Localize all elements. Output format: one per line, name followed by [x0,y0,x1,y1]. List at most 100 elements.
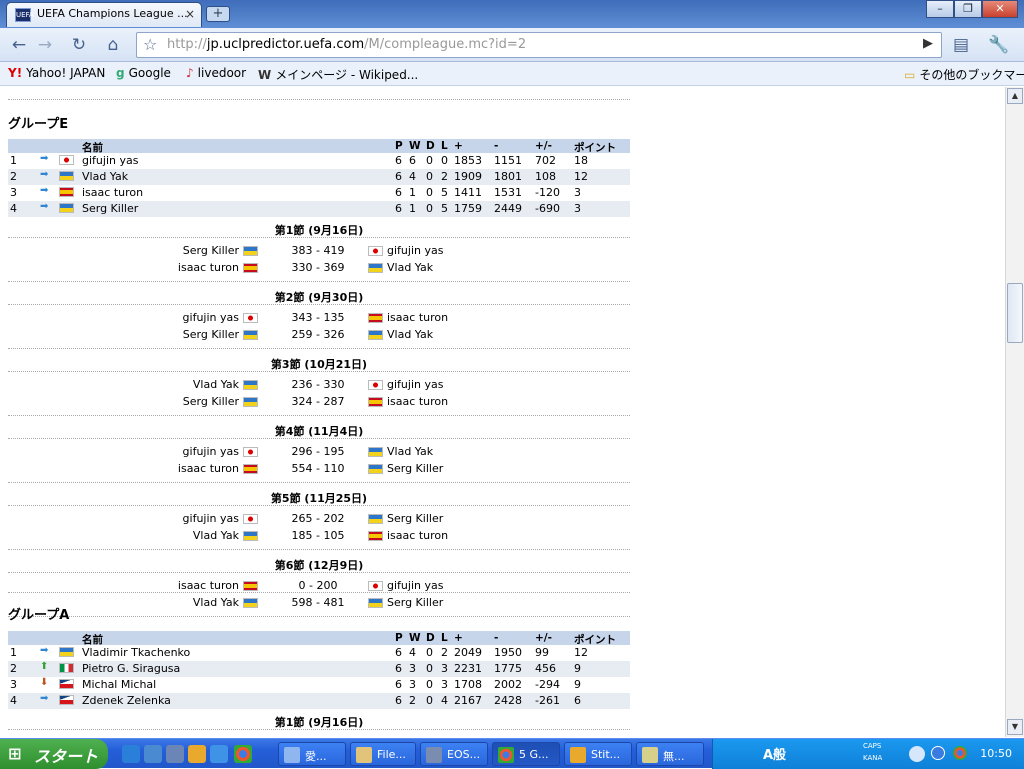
home-team-name: Serg Killer [182,328,239,341]
home-team[interactable]: gifujin yas [183,445,258,458]
bookmark-google[interactable]: g Google [116,66,171,80]
ime-indicator[interactable]: A般 [763,744,786,763]
home-team[interactable]: gifujin yas [183,512,258,525]
chrome-tray-icon[interactable] [953,746,967,760]
network-icon[interactable] [931,746,945,760]
cell-name[interactable]: Michal Michal [82,678,156,691]
home-team[interactable]: gifujin yas [183,311,258,324]
trend-right-icon: ➡ [40,185,49,196]
bookmark-star-icon[interactable]: ☆ [143,35,157,54]
standings-row: 1 Vladimir Tkachenko 6 4 0 2 2049 1950 99 12 ➡ [8,645,630,661]
page-menu-icon[interactable]: ▤ [948,32,974,58]
maximize-button[interactable]: ❐ [954,0,982,18]
match-score: 598 - 481 [291,596,345,609]
scrollbar-thumb[interactable] [1007,283,1023,343]
away-team[interactable]: isaac turon [368,395,448,408]
tab-close-icon[interactable]: × [185,7,195,21]
away-team[interactable]: gifujin yas [368,378,443,391]
match-row: isaac turon 554 - 110 Serg Killer [8,461,630,477]
home-team[interactable]: Serg Killer [183,395,258,408]
cell-d: 0 [426,646,433,659]
home-team[interactable]: Vlad Yak [193,529,258,542]
address-bar[interactable]: ☆ http://jp.uclpredictor.uefa.com/M/comp… [136,32,942,58]
home-team[interactable]: isaac turon [178,261,258,274]
scroll-up-icon[interactable]: ▲ [1007,88,1023,104]
match-score: 383 - 419 [291,244,345,257]
forward-icon[interactable]: → [32,32,58,58]
outlook-quicklaunch-icon[interactable] [144,745,162,763]
cell-plus: 1759 [454,202,482,215]
cell-name[interactable]: Pietro G. Siragusa [82,662,180,675]
flag-ua-icon [368,598,383,608]
home-team[interactable]: isaac turon [178,579,258,592]
cell-name[interactable]: isaac turon [82,186,143,199]
home-team[interactable]: Serg Killer [183,244,258,257]
app-quicklaunch-icon[interactable] [188,745,206,763]
match-row: Vlad Yak 236 - 330 gifujin yas [8,377,630,393]
away-team[interactable]: isaac turon [368,529,448,542]
task-item-3[interactable]: EOS... [420,742,488,766]
cell-p: 6 [395,186,402,199]
other-bookmarks[interactable]: ▭その他のブックマーク [904,66,1024,83]
vertical-scrollbar[interactable]: ▲ ▼ [1005,87,1024,737]
away-team[interactable]: Serg Killer [368,512,443,525]
ie2-quicklaunch-icon[interactable] [210,745,228,763]
away-team[interactable]: Serg Killer [368,596,443,609]
home-team[interactable]: Serg Killer [183,328,258,341]
task-item-6[interactable]: 無... [636,742,704,766]
bookmark-livedoor[interactable]: ♪ livedoor [186,66,246,80]
close-window-button[interactable]: ✕ [982,0,1018,18]
standings-row: 4 Zdenek Zelenka 6 2 0 4 2167 2428 -261 6 ➡ [8,693,630,709]
reload-icon[interactable]: ↻ [66,32,92,58]
home-team[interactable]: Vlad Yak [193,596,258,609]
trend-right-icon: ➡ [40,645,49,656]
desktop-quicklaunch-icon[interactable] [166,745,184,763]
chrome-quicklaunch-icon[interactable] [234,745,252,763]
caps-indicator: CAPS [863,742,882,750]
active-tab[interactable]: UEFA UEFA Champions League ... × [6,2,202,27]
cell-d: 0 [426,662,433,675]
away-team[interactable]: gifujin yas [368,579,443,592]
ie-quicklaunch-icon[interactable] [122,745,140,763]
cell-name[interactable]: gifujin yas [82,154,138,167]
minimize-button[interactable]: – [926,0,954,18]
home-icon[interactable]: ⌂ [100,32,126,58]
round-title: 第1節 (9月16日) [274,716,364,729]
go-icon[interactable]: ▶ [923,36,933,51]
home-team[interactable]: Vlad Yak [193,378,258,391]
cell-name[interactable]: Vladimir Tkachenko [82,646,190,659]
cell-name[interactable]: Vlad Yak [82,170,128,183]
system-tray: A般 CAPS KANA 10:50 [712,739,1024,769]
away-team-name: isaac turon [387,529,449,542]
home-team[interactable]: isaac turon [178,462,258,475]
away-team[interactable]: Vlad Yak [368,261,433,274]
back-icon[interactable]: ← [6,32,32,58]
away-team[interactable]: Serg Killer [368,462,443,475]
cell-minus: 1775 [494,662,522,675]
start-button[interactable]: ⊞ スタート [0,739,108,769]
new-tab-button[interactable]: + [206,6,230,22]
flag-es-icon [243,581,258,591]
task-item-1[interactable]: 愛... [278,742,346,766]
flag-es-icon [368,397,383,407]
cell-d: 0 [426,678,433,691]
task-item-2[interactable]: File... [350,742,416,766]
away-team[interactable]: Vlad Yak [368,445,433,458]
tray-arrow-icon[interactable] [909,746,925,762]
away-team[interactable]: isaac turon [368,311,448,324]
cell-pts: 3 [574,186,581,199]
home-team-name: Vlad Yak [192,596,239,609]
bookmark-yahoo[interactable]: Y! Yahoo! JAPAN [8,66,105,80]
scroll-down-icon[interactable]: ▼ [1007,719,1023,735]
cell-name[interactable]: Serg Killer [82,202,138,215]
task-item-chrome[interactable]: 5 G... [492,742,560,766]
bookmark-wikipedia[interactable]: W メインページ - Wikiped... [258,66,418,83]
cell-diff: 456 [535,662,556,675]
cell-w: 4 [409,170,416,183]
away-team[interactable]: gifujin yas [368,244,443,257]
task-item-5[interactable]: Stit... [564,742,632,766]
away-team[interactable]: Vlad Yak [368,328,433,341]
wrench-menu-icon[interactable]: 🔧 [986,32,1012,58]
cell-name[interactable]: Zdenek Zelenka [82,694,171,707]
cell-pts: 9 [574,662,581,675]
